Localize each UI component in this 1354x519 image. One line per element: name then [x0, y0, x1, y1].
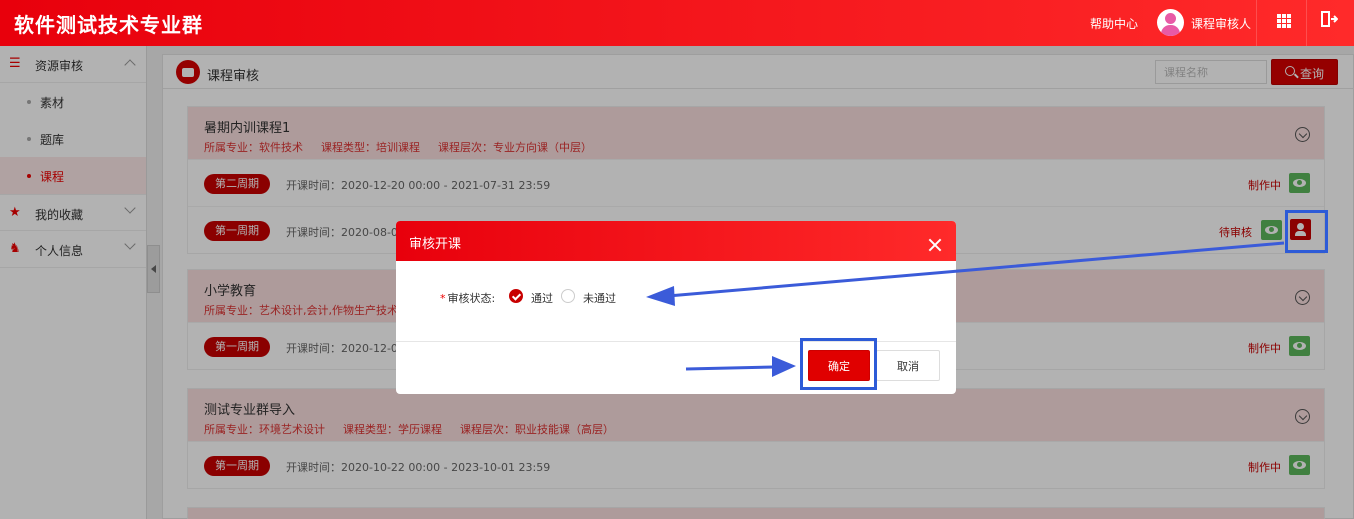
dialog-title: 审核开课	[409, 237, 462, 252]
exit-icon[interactable]	[1320, 10, 1338, 28]
field-label-text: 审核状态:	[447, 292, 496, 305]
radio-fail-label[interactable]: 未通过	[583, 290, 616, 306]
required-mark: *	[440, 292, 446, 305]
radio-fail[interactable]	[561, 289, 575, 303]
app-title: 软件测试技术专业群	[14, 13, 203, 37]
top-bar: 软件测试技术专业群 帮助中心 课程审核人	[0, 0, 1354, 46]
header-divider	[1306, 0, 1307, 46]
dialog-header: 审核开课	[396, 221, 956, 261]
radio-pass[interactable]	[509, 289, 523, 303]
grid-icon[interactable]	[1277, 14, 1291, 28]
highlight-box	[800, 338, 877, 390]
review-status-label: * 审核状态:	[440, 290, 495, 306]
header-divider	[1256, 0, 1257, 46]
close-icon[interactable]	[928, 238, 942, 252]
radio-pass-label[interactable]: 通过	[531, 290, 553, 306]
help-center-link[interactable]: 帮助中心	[1090, 15, 1138, 32]
cancel-button[interactable]: 取消	[876, 350, 940, 381]
highlight-box	[1285, 210, 1328, 253]
user-name[interactable]: 课程审核人	[1191, 15, 1251, 32]
user-avatar[interactable]	[1157, 9, 1184, 36]
